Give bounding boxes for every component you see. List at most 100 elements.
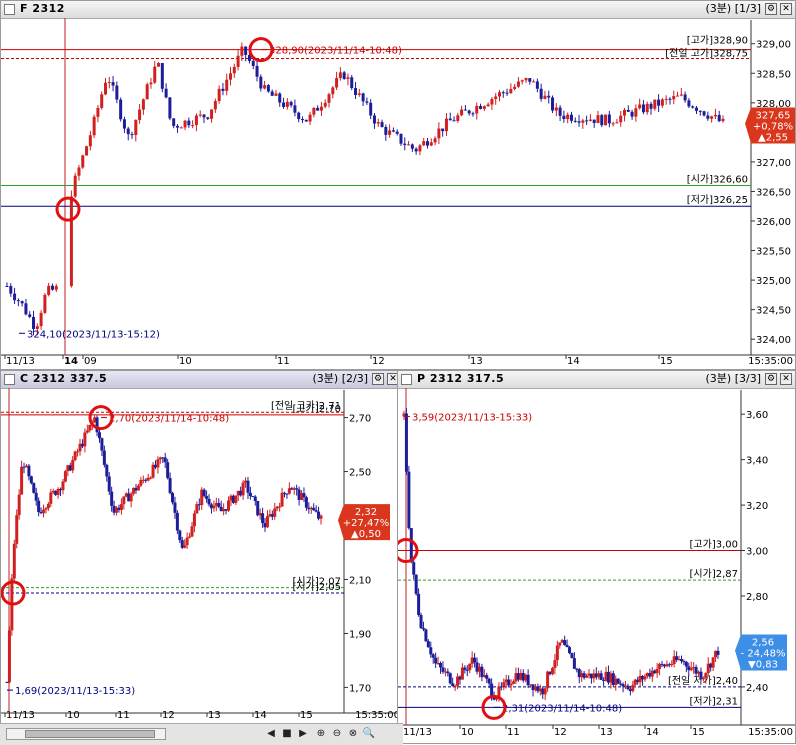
candle-body	[384, 127, 388, 135]
candle-body	[473, 657, 477, 663]
gear-icon[interactable]: ⚙	[372, 373, 384, 385]
current-change-value: ▲2,55	[758, 133, 788, 144]
close-icon[interactable]: ✕	[780, 3, 792, 15]
annotation-label: 3,59(2023/11/13-15:33)	[412, 412, 532, 423]
candle-body	[50, 285, 54, 290]
x-tick-label: 12	[554, 727, 567, 738]
futures-chart[interactable]: 324,00 324,50 325,00 325,50 326,00 326,50 327,…	[1, 18, 796, 370]
chart-scrollbar[interactable]	[6, 728, 166, 740]
scroll-right-icon[interactable]: ▶	[296, 727, 310, 741]
candle-body	[157, 63, 161, 67]
candle-body	[555, 645, 559, 661]
x-tick-label: 14	[64, 356, 78, 367]
candle-body	[323, 102, 327, 107]
candle-body	[297, 112, 301, 120]
candle-body	[704, 673, 708, 678]
candle-body	[558, 642, 562, 646]
search-icon[interactable]: 🔍	[362, 727, 376, 741]
candle-body	[448, 118, 452, 121]
zoom-in-icon[interactable]: ⊕	[314, 727, 328, 741]
panel-select-checkbox[interactable]	[4, 374, 15, 385]
candle-body	[526, 674, 530, 686]
current-change-pct: +27,47%	[343, 518, 390, 529]
candle-body	[232, 66, 236, 74]
reference-line-label: [고가]328,90	[687, 35, 748, 47]
candle-body	[49, 492, 53, 504]
candle-body	[369, 102, 373, 116]
candle-body	[164, 88, 168, 98]
candle-body	[716, 650, 720, 655]
futures-titlebar: F 2312 (3분) [1/3] ⚙ ✕	[1, 1, 795, 19]
candle-body	[623, 109, 627, 116]
candle-body	[497, 92, 501, 97]
candle-body	[221, 88, 225, 91]
candle-body	[634, 108, 638, 117]
candle-body	[207, 498, 211, 505]
candle-body	[103, 82, 107, 95]
candle-body	[12, 543, 16, 579]
candle-body	[710, 116, 714, 119]
panel-select-checkbox[interactable]	[401, 374, 412, 385]
candle-body	[179, 127, 183, 129]
x-tick-label: 15	[692, 727, 705, 738]
candle-body	[183, 120, 187, 128]
candle-body	[171, 492, 175, 503]
candle-body	[509, 683, 513, 686]
gear-icon[interactable]: ⚙	[765, 3, 777, 15]
candle-body	[73, 175, 77, 197]
candle-body	[670, 663, 674, 666]
x-tick-label: 11	[117, 710, 130, 721]
y-tick-label: 1,70	[349, 683, 371, 694]
candle-body	[73, 451, 77, 461]
stop-icon[interactable]: ■	[280, 727, 294, 741]
candle-body	[138, 109, 142, 120]
candle-body	[175, 512, 179, 531]
candle-body	[453, 685, 457, 687]
current-change-value: ▲0,50	[351, 529, 381, 540]
close-icon[interactable]: ✕	[780, 373, 792, 385]
candle-body	[410, 144, 414, 149]
x-tick-label: 11/13	[6, 710, 35, 721]
x-tick-label: 14	[567, 356, 580, 367]
y-tick-label: 327,00	[756, 158, 791, 169]
panel-select-checkbox[interactable]	[4, 4, 15, 15]
candle-body	[273, 508, 277, 517]
y-tick-label: 1,90	[349, 629, 371, 640]
candle-body	[5, 286, 9, 287]
x-end-time-label: 15:35:00	[355, 710, 400, 721]
candle-body	[592, 119, 596, 124]
put-chart[interactable]: 2,402,602,803,003,203,403,6011/131011121…	[398, 388, 796, 744]
zoom-out-icon[interactable]: ⊖	[330, 727, 344, 741]
candle-body	[107, 82, 111, 84]
candle-body	[641, 104, 645, 113]
candle-body	[255, 65, 259, 77]
candle-body	[265, 516, 269, 528]
candle-body	[217, 88, 221, 102]
scroll-left-icon[interactable]: ◀	[264, 727, 278, 741]
annotation-label: 1,69(2023/11/13-15:33)	[15, 686, 135, 697]
candle-body	[300, 119, 304, 121]
candle-body	[346, 77, 350, 79]
candle-body	[168, 97, 172, 119]
candle-body	[100, 94, 104, 108]
candle-body	[417, 593, 421, 615]
annotation-label: 324,10(2023/11/13-15:12)	[27, 329, 160, 340]
zoom-fit-icon[interactable]: ⊗	[346, 727, 360, 741]
candle-body	[485, 675, 489, 679]
candle-body	[43, 294, 47, 313]
candle-body	[721, 118, 725, 122]
candle-body	[88, 424, 92, 431]
candle-body	[24, 303, 28, 315]
candle-body	[234, 495, 238, 503]
candle-body	[7, 630, 11, 683]
gear-icon[interactable]: ⚙	[765, 373, 777, 385]
scrollbar-thumb[interactable]	[25, 730, 155, 738]
candle-body	[404, 413, 408, 472]
call-chart[interactable]: 1,701,902,102,302,502,7011/1310111213141…	[1, 388, 403, 724]
candle-body	[543, 688, 547, 695]
candle-body	[278, 93, 282, 103]
candle-body	[20, 301, 24, 304]
candle-body	[437, 128, 441, 139]
candle-body	[251, 60, 255, 66]
highlight-circle-marker	[55, 196, 81, 222]
